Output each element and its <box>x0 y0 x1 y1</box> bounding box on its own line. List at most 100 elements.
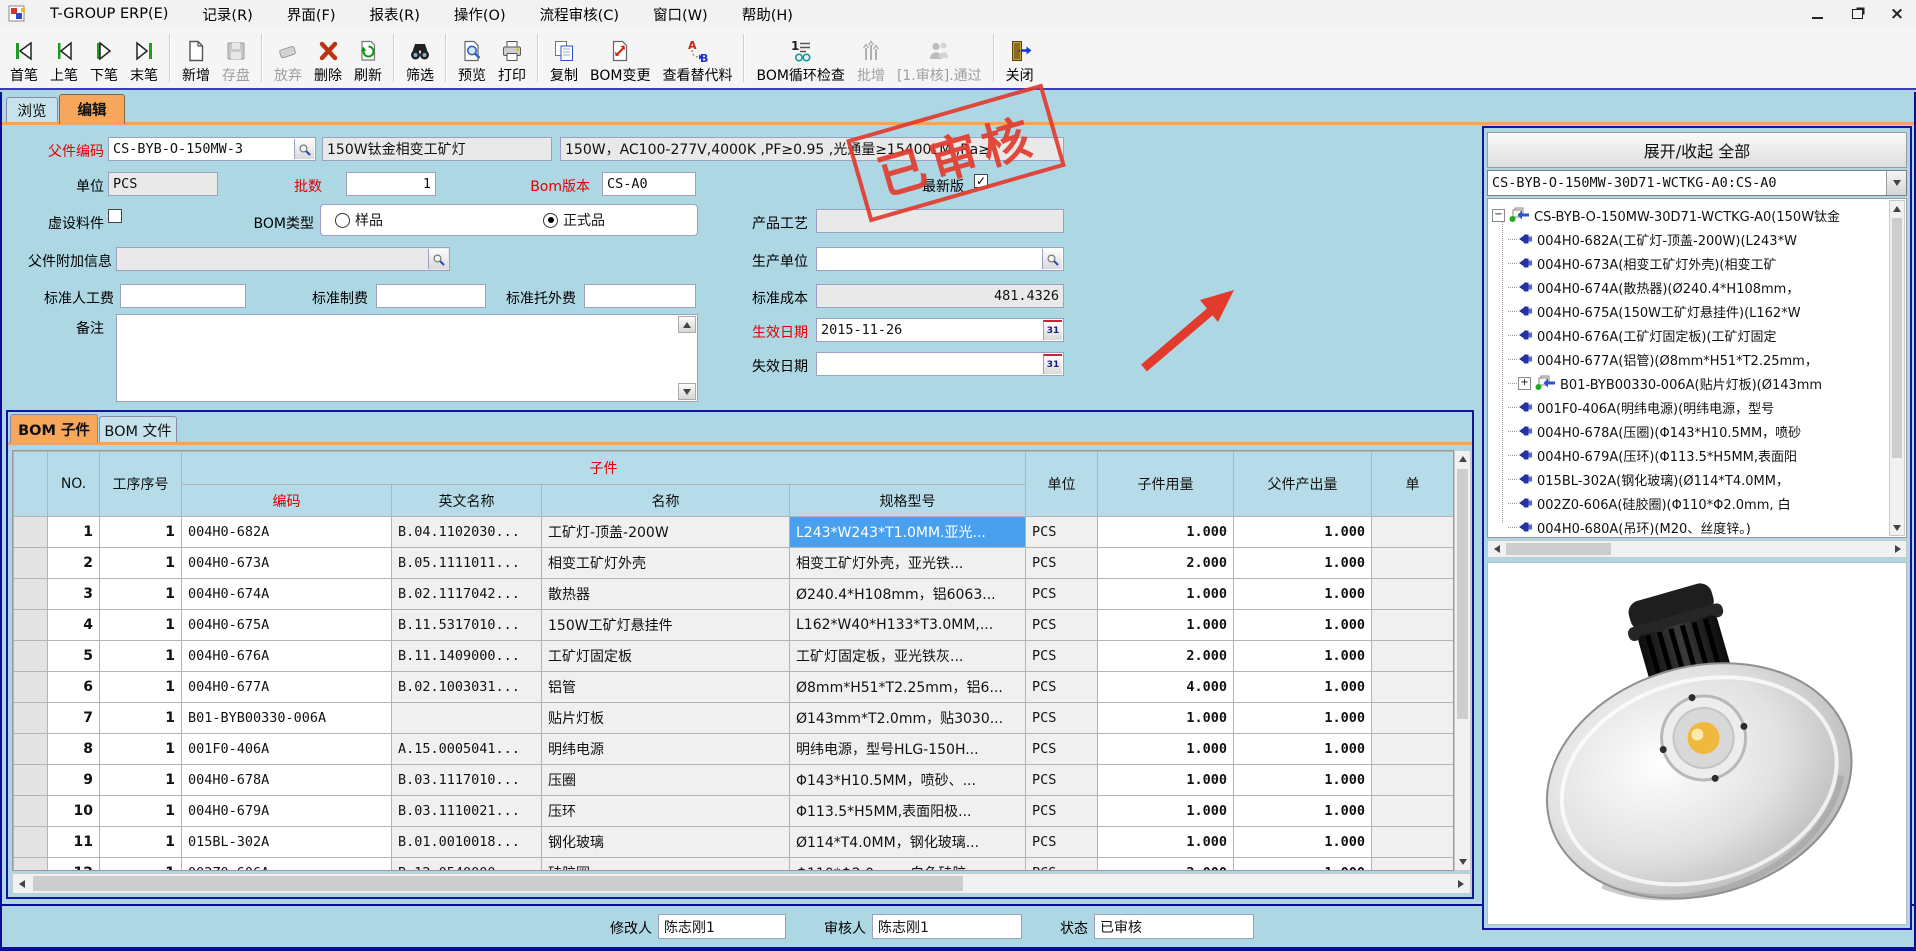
col-unit[interactable]: 单位 <box>1026 452 1098 517</box>
scroll-up-button[interactable] <box>1890 201 1904 216</box>
cell-out[interactable]: 1.000 <box>1234 827 1372 858</box>
cell-name[interactable]: 压环 <box>542 796 790 827</box>
table-row[interactable]: 5 1 004H0-676A B.11.1409000... 工矿灯固定板 工矿… <box>14 641 1454 672</box>
cell-spec[interactable]: Φ143*H10.5MM，喷砂、... <box>790 765 1026 796</box>
cell-spec[interactable]: Ø240.4*H108mm，铝6063... <box>790 579 1026 610</box>
view-substitute-button[interactable]: AB 查看替代料 <box>656 28 738 88</box>
cell-no[interactable]: 12 <box>48 858 100 872</box>
cell-spec[interactable]: 工矿灯固定板，亚光铁灰... <box>790 641 1026 672</box>
tab-bom-children[interactable]: BOM 子件 <box>10 414 98 443</box>
tree-node[interactable]: + 004H0-680A(吊环)(M20、丝度锌。) <box>1488 515 1906 538</box>
modifier-field[interactable]: 陈志刚1 <box>658 914 786 939</box>
cell-spec[interactable]: Φ110*Φ2.0mm, 白色硅胶... <box>790 858 1026 872</box>
cell-spec[interactable]: L243*W243*T1.0MM.亚光... <box>790 517 1026 548</box>
cell-unit[interactable]: PCS <box>1026 796 1098 827</box>
copy-button[interactable]: 复制 <box>544 28 584 88</box>
refresh-button[interactable]: 刷新 <box>348 28 388 88</box>
cell-extra[interactable] <box>1372 827 1454 858</box>
cell-unit[interactable]: PCS <box>1026 579 1098 610</box>
row-indicator[interactable] <box>14 610 48 641</box>
row-indicator[interactable] <box>14 796 48 827</box>
cell-out[interactable]: 1.000 <box>1234 703 1372 734</box>
table-row[interactable]: 10 1 004H0-679A B.03.1110021... 压环 Φ113.… <box>14 796 1454 827</box>
bom-version-field[interactable]: CS-A0 <box>602 172 696 196</box>
cell-seq[interactable]: 1 <box>100 734 182 765</box>
cell-no[interactable]: 11 <box>48 827 100 858</box>
col-out[interactable]: 父件产出量 <box>1234 452 1372 517</box>
scroll-thumb[interactable] <box>1892 218 1902 458</box>
bom-loop-check-button[interactable]: 1 BOM循环检查 <box>750 28 850 88</box>
close-form-button[interactable]: 关闭 <box>1000 28 1040 88</box>
col-no[interactable]: NO. <box>48 452 100 517</box>
cell-no[interactable]: 7 <box>48 703 100 734</box>
cell-name[interactable]: 150W工矿灯悬挂件 <box>542 610 790 641</box>
cell-extra[interactable] <box>1372 610 1454 641</box>
cell-seq[interactable]: 1 <box>100 579 182 610</box>
cell-unit[interactable]: PCS <box>1026 734 1098 765</box>
tree-node[interactable]: + 004H0-677A(铝管)(Ø8mm*H51*T2.25mm， <box>1488 347 1906 371</box>
cell-seq[interactable]: 1 <box>100 517 182 548</box>
auditor-field[interactable]: 陈志刚1 <box>872 914 1022 939</box>
cell-spec[interactable]: Ø143mm*T2.0mm，贴3030... <box>790 703 1026 734</box>
cell-unit[interactable]: PCS <box>1026 641 1098 672</box>
process-field[interactable] <box>816 209 1064 233</box>
cell-name[interactable]: 散热器 <box>542 579 790 610</box>
cell-en[interactable]: B.01.0010018... <box>392 827 542 858</box>
approve-pass-button[interactable]: [1.审核].通过 <box>891 28 988 88</box>
cell-out[interactable]: 1.000 <box>1234 548 1372 579</box>
cell-no[interactable]: 9 <box>48 765 100 796</box>
menu-item[interactable]: 界面(F) <box>287 4 336 25</box>
scroll-right-button[interactable] <box>1889 541 1906 557</box>
cell-extra[interactable] <box>1372 765 1454 796</box>
remark-textarea[interactable] <box>116 314 698 402</box>
abandon-button[interactable]: 放弃 <box>268 28 308 88</box>
bom-type-sample-radio[interactable]: 样品 <box>335 210 383 230</box>
cell-out[interactable]: 1.000 <box>1234 610 1372 641</box>
calendar-button[interactable]: 31 <box>1043 320 1062 340</box>
cell-en[interactable]: B.03.1110021... <box>392 796 542 827</box>
cell-out[interactable]: 1.000 <box>1234 765 1372 796</box>
cell-spec[interactable]: 相变工矿灯外壳，亚光铁... <box>790 548 1026 579</box>
preview-button[interactable]: 预览 <box>452 28 492 88</box>
parent-code-lookup-button[interactable] <box>294 139 314 159</box>
table-row[interactable]: 2 1 004H0-673A B.05.1111011... 相变工矿灯外壳 相… <box>14 548 1454 579</box>
row-indicator[interactable] <box>14 517 48 548</box>
cell-no[interactable]: 3 <box>48 579 100 610</box>
first-record-button[interactable]: 首笔 <box>4 28 44 88</box>
cell-unit[interactable]: PCS <box>1026 858 1098 872</box>
expand-box-icon[interactable]: + <box>1518 377 1531 390</box>
cell-out[interactable]: 1.000 <box>1234 517 1372 548</box>
cell-name[interactable]: 铝管 <box>542 672 790 703</box>
virtual-part-checkbox[interactable] <box>108 209 122 223</box>
row-indicator[interactable] <box>14 765 48 796</box>
parent-extra-field[interactable] <box>116 247 450 271</box>
table-row[interactable]: 1 1 004H0-682A B.04.1102030... 工矿灯-顶盖-20… <box>14 517 1454 548</box>
cell-code[interactable]: 004H0-675A <box>182 610 392 641</box>
cell-name[interactable]: 压圈 <box>542 765 790 796</box>
cell-seq[interactable]: 1 <box>100 548 182 579</box>
cell-unit[interactable]: PCS <box>1026 765 1098 796</box>
last-record-button[interactable]: 末笔 <box>124 28 164 88</box>
cell-out[interactable]: 1.000 <box>1234 796 1372 827</box>
std-out-field[interactable] <box>584 284 696 308</box>
cell-qty[interactable]: 2.000 <box>1098 641 1234 672</box>
cell-seq[interactable]: 1 <box>100 610 182 641</box>
cell-extra[interactable] <box>1372 641 1454 672</box>
bom-type-formal-radio[interactable]: 正式品 <box>543 210 605 230</box>
tree-root-node[interactable]: − CS-BYB-O-150MW-30D71-WCTKG-A0(150W钛金 <box>1488 203 1906 227</box>
row-indicator[interactable] <box>14 579 48 610</box>
cell-en[interactable] <box>392 703 542 734</box>
tree-node[interactable]: + 004H0-682A(工矿灯-顶盖-200W)(L243*W <box>1488 227 1906 251</box>
memo-scroll-up[interactable] <box>678 316 696 333</box>
prod-unit-field[interactable] <box>816 247 1064 271</box>
scroll-right-button[interactable] <box>1452 874 1470 893</box>
calendar-button[interactable]: 31 <box>1043 354 1062 374</box>
scroll-thumb[interactable] <box>1457 469 1468 719</box>
cell-unit[interactable]: PCS <box>1026 548 1098 579</box>
cell-extra[interactable] <box>1372 858 1454 872</box>
cell-name[interactable]: 工矿灯-顶盖-200W <box>542 517 790 548</box>
col-extra[interactable]: 单 <box>1372 452 1454 517</box>
row-indicator[interactable] <box>14 641 48 672</box>
cell-no[interactable]: 5 <box>48 641 100 672</box>
cell-out[interactable]: 1.000 <box>1234 641 1372 672</box>
